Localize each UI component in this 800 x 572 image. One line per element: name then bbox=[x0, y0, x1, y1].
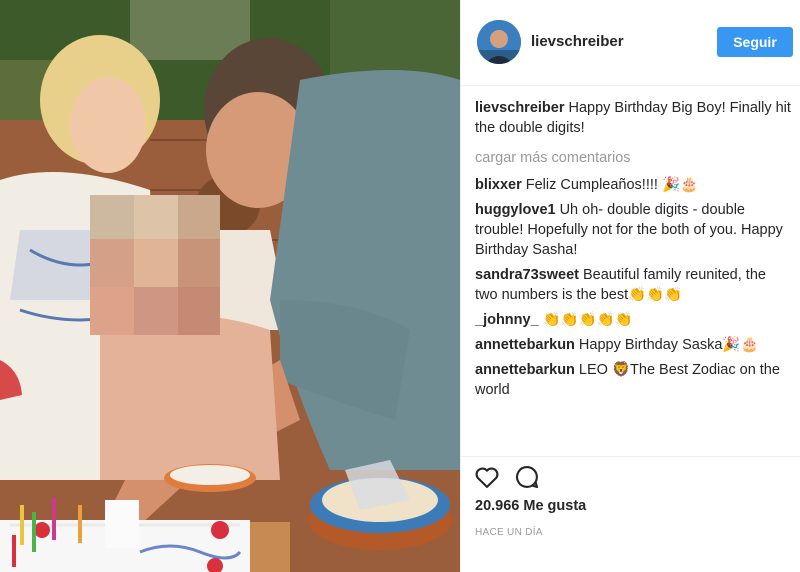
follow-button[interactable]: Seguir bbox=[717, 27, 793, 57]
comment-username[interactable]: huggylove1 bbox=[475, 202, 556, 218]
load-more-comments-link[interactable]: cargar más comentarios bbox=[475, 148, 791, 168]
comment-item: huggylove1 Uh oh- double digits - double … bbox=[475, 200, 791, 260]
comment-list: lievschreiber Happy Birthday Big Boy! Fin… bbox=[475, 98, 791, 405]
heart-outline-icon[interactable] bbox=[473, 463, 501, 491]
comment-text: Happy Birthday Saska🎉🎂 bbox=[578, 337, 759, 353]
header-username[interactable]: lievschreiber bbox=[531, 33, 624, 50]
blurred-face bbox=[90, 195, 220, 335]
comment-username[interactable]: _johnny_ bbox=[475, 312, 539, 328]
comment-text: 👏👏👏👏👏 bbox=[542, 312, 633, 328]
avatar[interactable] bbox=[477, 20, 521, 64]
comment-username[interactable]: annettebarkun bbox=[475, 337, 575, 353]
instagram-post: lievschreiber Seguir lievschreiber Happy … bbox=[0, 0, 800, 572]
comment-username[interactable]: annettebarkun bbox=[475, 362, 575, 378]
comment-text: Feliz Cumpleaños!!!! 🎉🎂 bbox=[525, 177, 699, 193]
post-header: lievschreiber Seguir bbox=[461, 0, 800, 86]
comment-item: annettebarkun LEO 🦁The Best Zodiac on the… bbox=[475, 360, 791, 400]
comment-item: blixxer Feliz Cumpleaños!!!! 🎉🎂 bbox=[475, 175, 791, 195]
birthday-photo bbox=[0, 0, 460, 572]
comment-item: _johnny_ 👏👏👏👏👏 bbox=[475, 310, 791, 330]
post-timestamp[interactable]: HACE UN DÍA bbox=[475, 527, 543, 538]
like-count[interactable]: 20.966 Me gusta bbox=[475, 498, 586, 514]
post-caption: lievschreiber Happy Birthday Big Boy! Fin… bbox=[475, 98, 791, 138]
post-sidebar: lievschreiber Seguir lievschreiber Happy … bbox=[460, 0, 800, 572]
avatar-image bbox=[477, 20, 521, 64]
comment-item: sandra73sweet Beautiful family reunited, … bbox=[475, 265, 791, 305]
action-bar bbox=[461, 456, 800, 496]
comment-username[interactable]: blixxer bbox=[475, 177, 522, 193]
comment-item: annettebarkun Happy Birthday Saska🎉🎂 bbox=[475, 335, 791, 355]
post-photo[interactable] bbox=[0, 0, 460, 572]
speech-bubble-icon[interactable] bbox=[513, 463, 541, 491]
caption-username[interactable]: lievschreiber bbox=[475, 100, 564, 116]
comment-username[interactable]: sandra73sweet bbox=[475, 267, 579, 283]
